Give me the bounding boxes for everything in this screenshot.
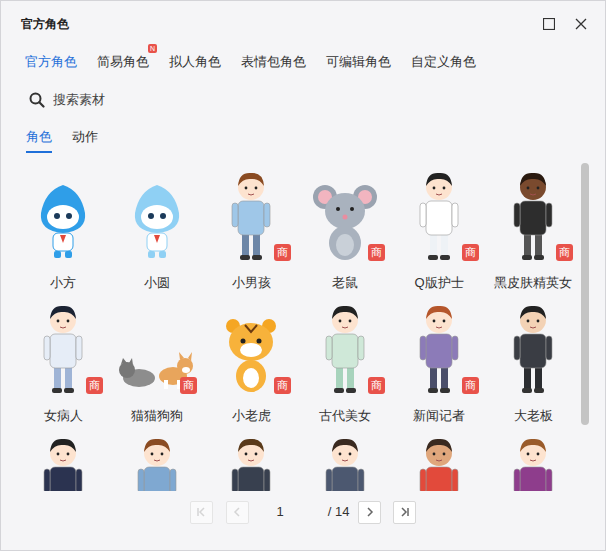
character-item[interactable]: 商猫猫狗狗 — [110, 298, 204, 431]
character-name: 小男孩 — [232, 273, 271, 293]
character-item[interactable] — [204, 431, 298, 491]
commercial-badge: 商 — [180, 377, 197, 394]
character-item[interactable] — [392, 431, 486, 491]
close-icon[interactable] — [569, 12, 593, 36]
character-name: 小圆 — [144, 273, 170, 293]
commercial-badge: 商 — [556, 244, 573, 261]
category-tabs: 官方角色简易角色N拟人角色表情包角色可编辑角色自定义角色 — [1, 47, 605, 77]
last-page-icon — [399, 506, 411, 518]
character-item[interactable]: 商黑皮肤精英女 — [486, 165, 580, 298]
character-item[interactable]: 商古代美女 — [298, 298, 392, 431]
category-tab[interactable]: 拟人角色 — [159, 48, 231, 76]
character-item[interactable]: 商新闻记者 — [392, 298, 486, 431]
title-bar: 官方角色 — [1, 1, 605, 47]
character-name: 黑皮肤精英女 — [494, 273, 572, 293]
character-figure-icon — [211, 431, 291, 491]
first-page-icon — [195, 506, 207, 518]
sub-tab-label: 动作 — [72, 129, 98, 144]
character-figure-icon — [493, 431, 573, 491]
search-input[interactable] — [53, 90, 253, 110]
character-item[interactable]: 小方 — [16, 165, 110, 298]
tab-label: 表情包角色 — [241, 54, 306, 69]
character-item[interactable]: 商 Q版护士 — [392, 165, 486, 298]
character-figure-icon — [305, 431, 385, 491]
sub-tab[interactable]: 动作 — [72, 127, 98, 153]
character-figure-icon: 商 — [23, 298, 103, 394]
prev-page-icon — [231, 506, 243, 518]
new-badge: N — [148, 44, 157, 53]
character-item[interactable] — [486, 431, 580, 491]
tab-label: 简易角色 — [97, 54, 149, 69]
character-figure-icon: 商 — [117, 298, 197, 394]
next-page-icon — [364, 506, 376, 518]
scrollbar[interactable] — [581, 163, 589, 487]
character-figure-icon — [117, 165, 197, 261]
character-figure-icon — [399, 431, 479, 491]
character-name: 老鼠 — [332, 273, 358, 293]
category-tab[interactable]: 表情包角色 — [231, 48, 316, 76]
character-name: Q版护士 — [414, 273, 463, 293]
character-item[interactable]: 小圆 — [110, 165, 204, 298]
character-figure-icon: 商 — [493, 165, 573, 261]
tab-label: 官方角色 — [25, 54, 77, 69]
character-figure-icon: 商 — [211, 298, 291, 394]
character-name: 大老板 — [514, 406, 553, 426]
character-figure-icon — [23, 165, 103, 261]
sub-tab[interactable]: 角色 — [26, 127, 52, 153]
character-figure-icon — [117, 431, 197, 491]
tab-label: 可编辑角色 — [326, 54, 391, 69]
search-bar — [1, 77, 605, 113]
character-item[interactable] — [110, 431, 204, 491]
character-figure-icon: 商 — [211, 165, 291, 261]
character-item[interactable]: 商小老虎 — [204, 298, 298, 431]
maximize-icon[interactable] — [537, 12, 561, 36]
character-figure-icon: 商 — [399, 165, 479, 261]
character-item[interactable]: 商老鼠 — [298, 165, 392, 298]
character-name: 小方 — [50, 273, 76, 293]
scrollbar-thumb[interactable] — [581, 163, 589, 425]
next-page-button[interactable] — [358, 501, 381, 524]
character-figure-icon: 商 — [305, 165, 385, 261]
tab-label: 自定义角色 — [411, 54, 476, 69]
last-page-button[interactable] — [393, 501, 416, 524]
character-name: 女病人 — [44, 406, 83, 426]
window-title: 官方角色 — [21, 15, 69, 33]
category-tab[interactable]: 官方角色 — [15, 48, 87, 76]
commercial-badge: 商 — [274, 377, 291, 394]
character-name: 新闻记者 — [413, 406, 465, 426]
tab-label: 拟人角色 — [169, 54, 221, 69]
character-figure-icon: 商 — [399, 298, 479, 394]
dialog-window: 官方角色 官方角色简易角色N拟人角色表情包角色可编辑角色自定义角色 角色动作 小… — [0, 0, 606, 551]
character-item[interactable]: 大老板 — [486, 298, 580, 431]
character-item[interactable] — [298, 431, 392, 491]
commercial-badge: 商 — [462, 244, 479, 261]
sub-tab-label: 角色 — [26, 129, 52, 144]
current-page[interactable]: 1 — [277, 502, 284, 522]
category-tab[interactable]: 自定义角色 — [401, 48, 486, 76]
category-tab[interactable]: 简易角色N — [87, 48, 159, 76]
character-item[interactable] — [16, 431, 110, 491]
pagination: 1 / 14 — [1, 491, 605, 524]
commercial-badge: 商 — [462, 377, 479, 394]
commercial-badge: 商 — [368, 377, 385, 394]
character-figure-icon — [23, 431, 103, 491]
first-page-button[interactable] — [190, 501, 213, 524]
character-name: 小老虎 — [232, 406, 271, 426]
page-total: / 14 — [328, 502, 350, 522]
search-icon — [29, 92, 45, 108]
commercial-badge: 商 — [274, 244, 291, 261]
character-item[interactable]: 商女病人 — [16, 298, 110, 431]
commercial-badge: 商 — [368, 244, 385, 261]
prev-page-button[interactable] — [226, 501, 249, 524]
commercial-badge: 商 — [86, 377, 103, 394]
character-name: 猫猫狗狗 — [131, 406, 183, 426]
character-name: 古代美女 — [319, 406, 371, 426]
character-list: 小方小圆商小男孩商老鼠商Q版护士商黑皮肤精英女商女病人商猫猫狗狗商小老虎商古代美… — [1, 159, 605, 491]
sub-tabs: 角色 动作 — [1, 113, 605, 153]
character-figure-icon — [493, 298, 573, 394]
category-tab[interactable]: 可编辑角色 — [316, 48, 401, 76]
character-figure-icon: 商 — [305, 298, 385, 394]
character-item[interactable]: 商小男孩 — [204, 165, 298, 298]
